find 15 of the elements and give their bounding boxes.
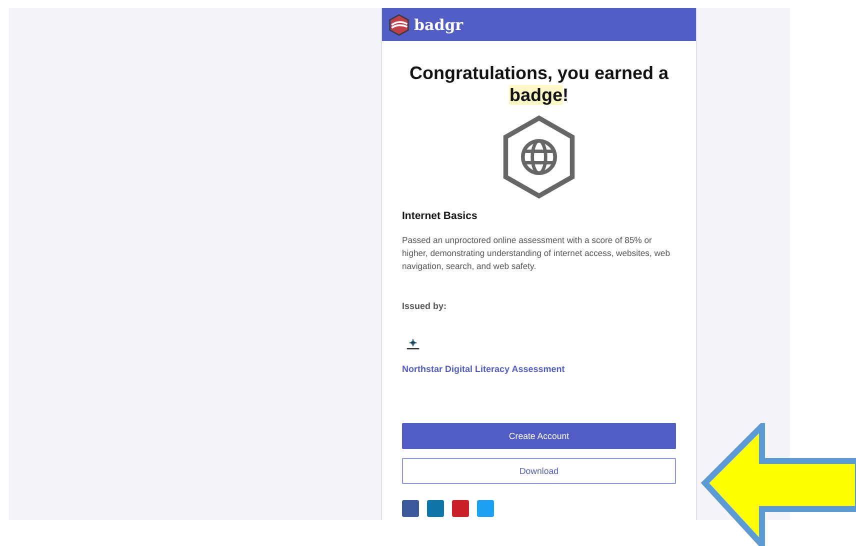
issuer-logo-icon xyxy=(406,339,420,350)
social-share-icon[interactable] xyxy=(452,500,469,517)
globe-badge-icon xyxy=(501,114,577,200)
issuer-link[interactable]: Northstar Digital Literacy Assessment xyxy=(402,364,565,374)
logo-icon xyxy=(388,14,410,36)
create-account-button[interactable]: Create Account xyxy=(402,423,676,449)
issued-by-label: Issued by: xyxy=(402,301,448,311)
download-button[interactable]: Download xyxy=(402,458,676,484)
badge-name: Internet Basics xyxy=(402,210,478,222)
brand-name: badgr xyxy=(414,16,464,34)
badge-description: Passed an unproctored online assessment with a score of 85% or higher, demonstrating understanding of internet access, websites, web navigation, search, and web safety. xyxy=(402,234,671,273)
social-share-icon[interactable] xyxy=(477,500,494,517)
congratulations-heading: Congratulations, you earned a badge! xyxy=(408,62,670,106)
social-share-icon[interactable] xyxy=(402,500,419,517)
social-share-icon[interactable] xyxy=(427,500,444,517)
